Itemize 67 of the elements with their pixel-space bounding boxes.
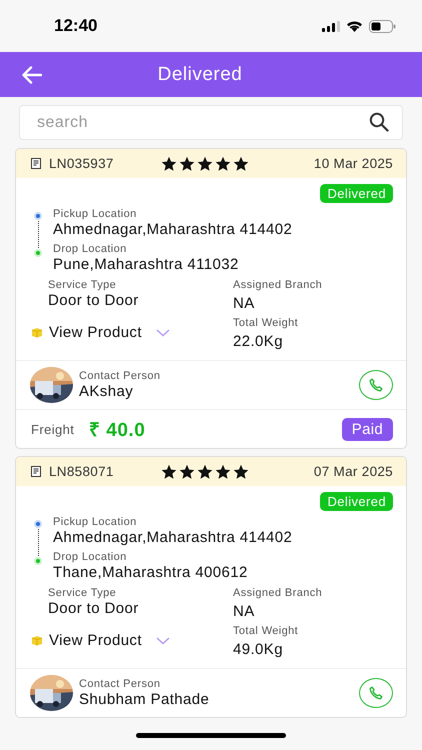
star-icon (179, 156, 195, 172)
field-value: Ahmednagar,Maharashtra 414402 (53, 529, 292, 546)
page-title: Delivered (156, 64, 244, 86)
field-label: Contact Person (79, 370, 162, 382)
star-icon (197, 464, 213, 480)
back-button[interactable] (22, 66, 42, 84)
field-label: Service Type (48, 279, 118, 291)
star-icon (161, 464, 177, 480)
field-label: Drop Location (53, 243, 128, 255)
status-time: 12:40 (54, 16, 98, 36)
order-date: 07 Mar 2025 (314, 464, 393, 479)
field-value: Ahmednagar,Maharashtra 414402 (53, 221, 292, 238)
status-badge: Delivered (320, 184, 393, 203)
field-label: Contact Person (79, 678, 162, 690)
field-value: Door to Door (48, 292, 140, 309)
field-label: Pickup Location (53, 516, 138, 528)
field-value: Pune,Maharashtra 411032 (53, 256, 240, 273)
field-value: 49.0Kg (233, 641, 284, 658)
signal-icon (322, 20, 340, 32)
order-date: 10 Mar 2025 (314, 156, 393, 171)
drop-dot-icon (34, 249, 42, 257)
box-icon (31, 635, 43, 646)
phone-icon[interactable] (369, 378, 383, 392)
contact-name: Shubham Pathade (79, 691, 210, 708)
chevron-down-icon[interactable] (156, 636, 170, 644)
drop-dot-icon (34, 557, 42, 565)
field-label: Assigned Branch (233, 279, 324, 291)
field-label: Pickup Location (53, 208, 138, 220)
field-value: Thane,Maharashtra 400612 (53, 564, 249, 581)
search-icon[interactable] (369, 112, 389, 132)
status-badge: Delivered (320, 492, 393, 511)
field-label: Total Weight (233, 625, 300, 637)
field-value: Door to Door (48, 600, 140, 617)
order-id: LN035937 (49, 156, 114, 171)
wifi-icon (346, 20, 363, 32)
star-icon (215, 464, 231, 480)
payment-status-button[interactable]: Paid (342, 418, 393, 440)
star-icon (215, 156, 231, 172)
star-icon (233, 156, 249, 172)
field-value: NA (233, 295, 256, 312)
star-icon (161, 156, 177, 172)
battery-icon (369, 20, 396, 32)
pickup-dot-icon (34, 212, 42, 220)
phone-icon[interactable] (369, 686, 383, 700)
receipt-icon (31, 158, 41, 169)
star-icon (197, 156, 213, 172)
field-value: 22.0Kg (233, 333, 284, 350)
chevron-down-icon[interactable] (156, 328, 170, 336)
view-product-link[interactable]: View Product (49, 632, 142, 649)
field-value: NA (233, 603, 256, 620)
pickup-dot-icon (34, 520, 42, 528)
search-field[interactable]: search (19, 105, 403, 140)
freight-amount: ₹ 40.0 (89, 419, 146, 442)
contact-name: AKshay (79, 383, 134, 400)
call-button[interactable] (359, 370, 393, 400)
star-icon (179, 464, 195, 480)
order-id: LN858071 (49, 464, 114, 479)
field-label: Assigned Branch (233, 587, 324, 599)
star-icon (233, 464, 249, 480)
field-label: Total Weight (233, 317, 300, 329)
field-label: Drop Location (53, 551, 128, 563)
field-label: Service Type (48, 587, 118, 599)
call-button[interactable] (359, 678, 393, 708)
freight-label: Freight (31, 422, 76, 436)
receipt-icon (31, 466, 41, 477)
box-icon (31, 327, 43, 338)
view-product-link[interactable]: View Product (49, 324, 142, 341)
